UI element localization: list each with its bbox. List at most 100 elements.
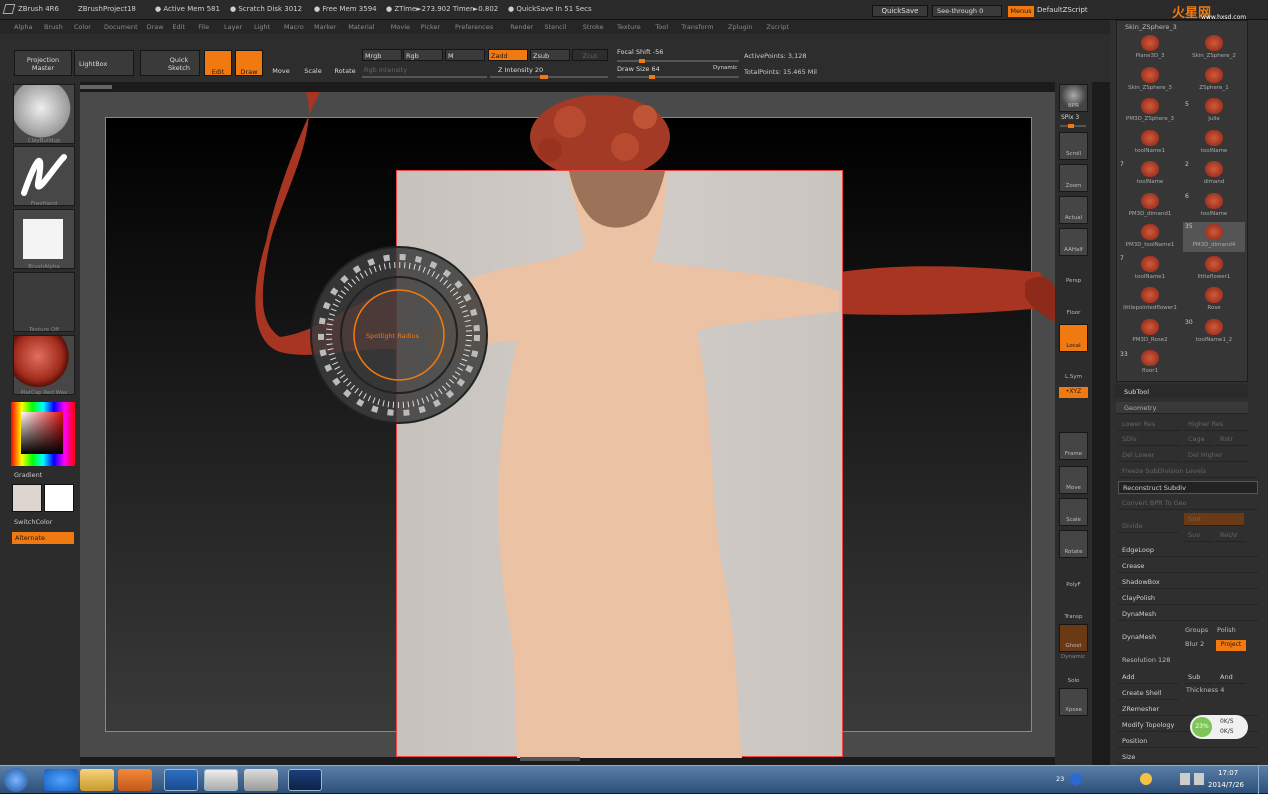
default-zscript[interactable]: DefaultZScript [1037, 6, 1088, 14]
see-through-slider[interactable]: See-through 0 [932, 5, 1002, 17]
tool-item[interactable]: toolName [1119, 159, 1181, 189]
menu-brush[interactable]: Brush [44, 23, 63, 31]
menu-stencil[interactable]: Stencil [544, 23, 566, 31]
aahalf-button[interactable]: AAHalf [1059, 228, 1088, 256]
lightbox-button[interactable]: LightBox [74, 50, 134, 76]
tool-item[interactable]: toolName1 [1119, 254, 1181, 284]
groups-toggle[interactable]: Groups [1185, 626, 1208, 634]
menu-render[interactable]: Render [510, 23, 533, 31]
tool-item[interactable]: toolName1 [1119, 128, 1181, 158]
help-tray-icon[interactable] [1070, 773, 1082, 785]
subtool-header[interactable]: SubTool [1114, 384, 1248, 398]
z-intensity-slider[interactable] [490, 75, 608, 79]
divide-button[interactable]: Divide [1118, 520, 1178, 533]
alternate-button[interactable]: Alternate [12, 532, 74, 544]
menu-file[interactable]: File [198, 23, 209, 31]
menu-stroke[interactable]: Stroke [583, 23, 604, 31]
projection-master-button[interactable]: Projection Master [14, 50, 72, 76]
zbrush-taskbar-icon[interactable] [204, 769, 238, 791]
resolution-slider[interactable]: Resolution 128 [1122, 656, 1170, 664]
tool-item[interactable]: toolName [1183, 128, 1245, 158]
draw-button[interactable]: Draw [235, 50, 263, 76]
menu-edit[interactable]: Edit [172, 23, 185, 31]
rgb-button[interactable]: Rgb [403, 49, 443, 61]
menu-light[interactable]: Light [254, 23, 270, 31]
local-button[interactable]: Local [1059, 324, 1088, 352]
size-section[interactable]: Size [1118, 751, 1258, 764]
tool-item[interactable]: PM3D_ZSphere_3 [1119, 96, 1181, 126]
media-player-icon[interactable] [118, 769, 152, 791]
lower-res-button[interactable]: Lower Res [1118, 418, 1182, 431]
higher-res-button[interactable]: Higher Res [1184, 418, 1248, 431]
add-button[interactable]: Add [1118, 671, 1178, 684]
tool-item[interactable]: dimand [1183, 159, 1245, 189]
xpose-button[interactable]: Xpose [1059, 688, 1088, 716]
draw-size-slider[interactable] [617, 75, 739, 79]
polyf-button[interactable]: PolyF [1059, 564, 1088, 592]
tool-item[interactable]: PM3D_Rose2 [1119, 317, 1181, 347]
smt-button[interactable]: Smt [1184, 513, 1244, 526]
freeze-subdiv-button[interactable]: Freeze SubDivision Levels [1118, 465, 1258, 478]
menu-movie[interactable]: Movie [391, 23, 410, 31]
convert-bpr-button[interactable]: Convert BPR To Geo [1118, 497, 1258, 510]
zoom-button[interactable]: Zoom [1059, 164, 1088, 192]
menus-button[interactable]: Menus [1008, 6, 1034, 17]
explorer-icon[interactable] [80, 769, 114, 791]
edgeloop-section[interactable]: EdgeLoop [1118, 544, 1258, 557]
ghost-button[interactable]: Ghost [1059, 624, 1088, 652]
shadowbox-section[interactable]: ShadowBox [1118, 576, 1258, 589]
zcut-button[interactable]: Zcut [572, 49, 608, 61]
rgb-intensity-slider[interactable] [362, 76, 487, 78]
rotate-view-button[interactable]: Rotate [1059, 530, 1088, 558]
claypolish-section[interactable]: ClayPolish [1118, 592, 1258, 605]
cage-button[interactable]: Cage [1184, 433, 1214, 446]
bpr-button[interactable]: BPR [1059, 84, 1088, 112]
project-toggle[interactable]: Project [1216, 640, 1246, 651]
m-button[interactable]: M [445, 49, 485, 61]
tool-item[interactable]: PM3D_dimand1 [1119, 191, 1181, 221]
tool-item[interactable]: littleflower1 [1183, 254, 1245, 284]
reconstruct-subdiv-button[interactable]: Reconstruct Subdiv [1118, 481, 1258, 494]
menu-picker[interactable]: Picker [421, 23, 440, 31]
tool-item[interactable]: ZSphere_1 [1183, 65, 1245, 95]
menu-macro[interactable]: Macro [284, 23, 304, 31]
transp-button[interactable]: Transp [1059, 596, 1088, 624]
sdiv-slider[interactable]: SDiv [1118, 433, 1182, 446]
scroll-button[interactable]: Scroll [1059, 132, 1088, 160]
del-lower-button[interactable]: Del Lower [1118, 449, 1182, 462]
ie-icon[interactable] [44, 769, 78, 791]
tool-item[interactable]: PM3D_toolName1 [1119, 222, 1181, 252]
rotate-button[interactable]: Rotate [332, 50, 358, 76]
menu-material[interactable]: Material [348, 23, 374, 31]
edit-button[interactable]: Edit [204, 50, 232, 76]
xyz-button[interactable]: •XYZ [1059, 387, 1088, 398]
volume-icon[interactable] [1194, 773, 1204, 785]
switch-color-button[interactable]: SwitchColor [14, 518, 52, 526]
color-picker[interactable] [11, 402, 75, 466]
show-desktop-button[interactable] [1258, 766, 1268, 794]
tool-item[interactable]: floor1 [1119, 348, 1181, 378]
menu-alpha[interactable]: Alpha [14, 23, 32, 31]
clock-date[interactable]: 2014/7/26 [1208, 781, 1244, 789]
frame-button[interactable]: Frame [1059, 432, 1088, 460]
clock-time[interactable]: 17:07 [1218, 769, 1238, 777]
menu-color[interactable]: Color [74, 23, 91, 31]
tray-app-icon[interactable] [1140, 773, 1152, 785]
dynamic-toggle[interactable]: Dynamic [713, 65, 737, 71]
floor-button[interactable]: Floor [1059, 292, 1088, 320]
menu-transform[interactable]: Transform [681, 23, 713, 31]
material-thumbnail[interactable] [13, 335, 75, 395]
alpha-thumbnail[interactable] [13, 209, 75, 269]
menu-layer[interactable]: Layer [224, 23, 242, 31]
menu-zplugin[interactable]: Zplugin [728, 23, 753, 31]
sub-button[interactable]: Sub [1184, 671, 1214, 684]
photoshop-icon[interactable] [288, 769, 322, 791]
move-view-button[interactable]: Move [1059, 466, 1088, 494]
thickness-slider[interactable]: Thickness 4 [1186, 686, 1224, 694]
focal-shift-slider[interactable] [617, 59, 739, 63]
persp-button[interactable]: Persp [1059, 260, 1088, 288]
scale-view-button[interactable]: Scale [1059, 498, 1088, 526]
word-icon[interactable] [164, 769, 198, 791]
solo-button[interactable]: Solo [1059, 660, 1088, 688]
menu-preferences[interactable]: Preferences [455, 23, 493, 31]
